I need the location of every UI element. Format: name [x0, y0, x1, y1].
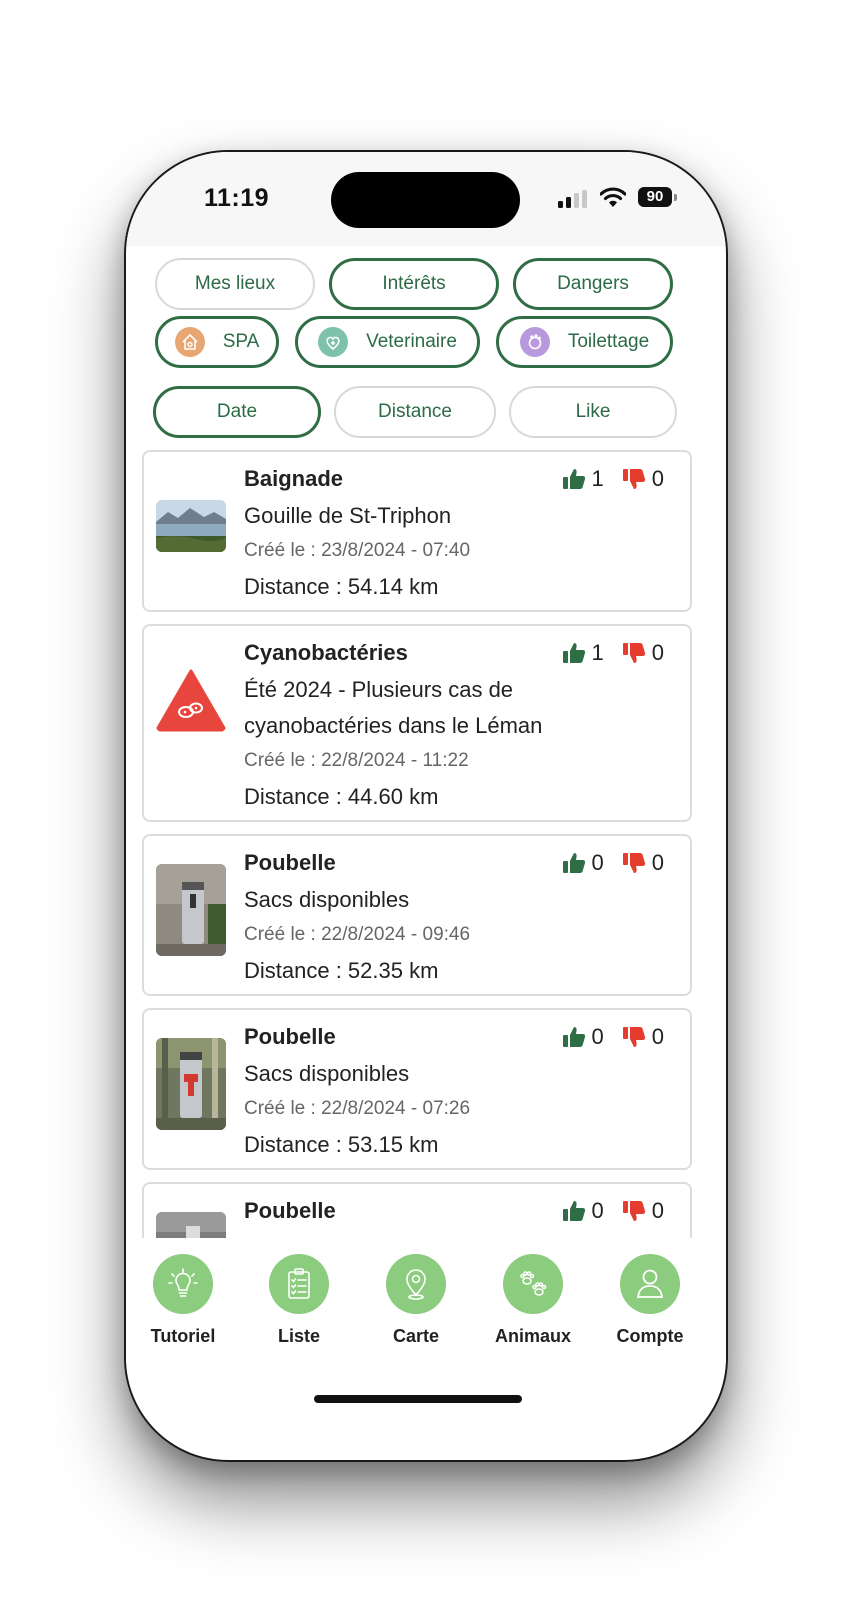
vote-counts: 0 0	[562, 1024, 664, 1050]
place-description: Sacs disponibles	[244, 1061, 410, 1086]
category-spa-label: SPA	[222, 331, 260, 352]
dynamic-island	[331, 172, 520, 228]
place-card[interactable]: Baignade 1 0 Gouille de St-Triphon Créé …	[142, 450, 692, 612]
danger-triangle-icon	[156, 668, 226, 732]
map-pin-icon	[386, 1254, 446, 1314]
dislike-count: 0	[651, 466, 664, 491]
dislike-count: 0	[651, 1198, 664, 1223]
thumbs-down-icon[interactable]	[622, 851, 646, 875]
place-title: Baignade	[244, 466, 344, 491]
thumbs-down-icon[interactable]	[622, 1199, 646, 1223]
tab-label: Compte	[616, 1326, 684, 1346]
paws-icon	[503, 1254, 563, 1314]
thumbs-up-icon[interactable]	[562, 1199, 586, 1223]
place-card[interactable]: Cyanobactéries 1 0 Été 2024 - Plusieurs …	[142, 624, 692, 822]
places-list[interactable]: Baignade 1 0 Gouille de St-Triphon Créé …	[142, 450, 692, 1238]
place-title: Cyanobactéries	[244, 640, 408, 665]
battery-icon: 90	[638, 187, 672, 207]
category-toilettage-label: Toilettage	[567, 331, 650, 352]
place-description: Été 2024 - Plusieurs cas de cyanobactéri…	[244, 677, 543, 738]
filter-interets[interactable]: Intérêts	[329, 258, 499, 310]
phone-frame: 11:19 90 Mes lieux Intérêts Dangers SPA …	[124, 150, 728, 1462]
like-count: 0	[591, 1024, 604, 1049]
thumbs-up-icon[interactable]	[562, 467, 586, 491]
vote-counts: 0 0	[562, 850, 664, 876]
place-date: Créé le : 22/8/2024 - 11:22	[244, 750, 469, 771]
place-distance: Distance : 44.60 km	[244, 784, 439, 809]
lake-photo	[156, 500, 226, 552]
tab-label: Liste	[277, 1326, 320, 1346]
like-count: 0	[591, 850, 604, 875]
dislike-count: 0	[651, 1024, 664, 1049]
thumbs-up-icon[interactable]	[562, 641, 586, 665]
like-count: 1	[591, 466, 604, 491]
vote-counts: 0 0	[562, 1198, 664, 1224]
place-distance: Distance : 54.14 km	[244, 574, 439, 599]
category-spa[interactable]: SPA	[155, 316, 279, 368]
thumbs-up-icon[interactable]	[562, 851, 586, 875]
vet-icon	[318, 327, 349, 357]
vote-counts: 1 0	[562, 640, 664, 666]
battery-tip	[674, 194, 677, 201]
bin-photo	[156, 1038, 226, 1130]
like-count: 0	[591, 1198, 604, 1223]
place-card[interactable]: Poubelle 0 0 Sacs disponibles Créé le : …	[142, 1008, 692, 1170]
place-card[interactable]: Poubelle 0 0 Sacs disponibles Créé le : …	[142, 834, 692, 996]
place-title: Poubelle	[244, 1024, 336, 1049]
place-date: Créé le : 22/8/2024 - 07:26	[244, 1098, 471, 1119]
grooming-icon	[519, 327, 550, 357]
tab-animaux[interactable]: Animaux	[483, 1254, 583, 1347]
app-screen: 11:19 90 Mes lieux Intérêts Dangers SPA …	[126, 152, 726, 1460]
category-veterinaire[interactable]: Veterinaire	[295, 316, 480, 368]
place-distance: Distance : 53.15 km	[244, 1132, 439, 1157]
tab-liste[interactable]: Liste	[249, 1254, 349, 1347]
status-bar: 11:19 90	[126, 152, 726, 246]
shelter-icon	[174, 327, 205, 357]
place-card[interactable]: Poubelle 0 0	[142, 1182, 692, 1238]
user-icon	[620, 1254, 680, 1314]
clipboard-list-icon	[269, 1254, 329, 1314]
category-veterinaire-label: Veterinaire	[366, 331, 457, 352]
sort-distance[interactable]: Distance	[334, 386, 496, 438]
filter-mes-lieux[interactable]: Mes lieux	[155, 258, 315, 310]
thumbs-down-icon[interactable]	[622, 641, 646, 665]
bottom-tab-bar: Tutoriel Liste Carte Animaux Compte	[126, 1242, 726, 1362]
dislike-count: 0	[651, 850, 664, 875]
place-date: Créé le : 23/8/2024 - 07:40	[244, 540, 471, 561]
bin-photo	[156, 1212, 226, 1238]
category-toilettage[interactable]: Toilettage	[496, 316, 673, 368]
signal-icon	[558, 190, 588, 208]
place-date: Créé le : 22/8/2024 - 09:46	[244, 924, 471, 945]
tab-label: Tutoriel	[150, 1326, 216, 1346]
tab-carte[interactable]: Carte	[366, 1254, 466, 1347]
lightbulb-icon	[153, 1254, 213, 1314]
sort-date[interactable]: Date	[153, 386, 321, 438]
place-description: Gouille de St-Triphon	[244, 503, 452, 528]
wifi-icon	[600, 187, 626, 207]
thumbs-down-icon[interactable]	[622, 1025, 646, 1049]
status-time: 11:19	[204, 184, 270, 212]
sort-like[interactable]: Like	[509, 386, 677, 438]
place-description: Sacs disponibles	[244, 887, 410, 912]
bin-photo	[156, 864, 226, 956]
place-distance: Distance : 52.35 km	[244, 958, 439, 983]
tab-label: Carte	[392, 1326, 440, 1346]
place-title: Poubelle	[244, 850, 336, 875]
vote-counts: 1 0	[562, 466, 664, 492]
dislike-count: 0	[651, 640, 664, 665]
filter-dangers[interactable]: Dangers	[513, 258, 673, 310]
tab-label: Animaux	[494, 1326, 572, 1346]
thumbs-up-icon[interactable]	[562, 1025, 586, 1049]
tab-tutoriel[interactable]: Tutoriel	[133, 1254, 233, 1347]
tab-compte[interactable]: Compte	[600, 1254, 700, 1347]
like-count: 1	[591, 640, 604, 665]
thumbs-down-icon[interactable]	[622, 467, 646, 491]
home-indicator[interactable]	[314, 1395, 522, 1403]
place-title: Poubelle	[244, 1198, 336, 1223]
